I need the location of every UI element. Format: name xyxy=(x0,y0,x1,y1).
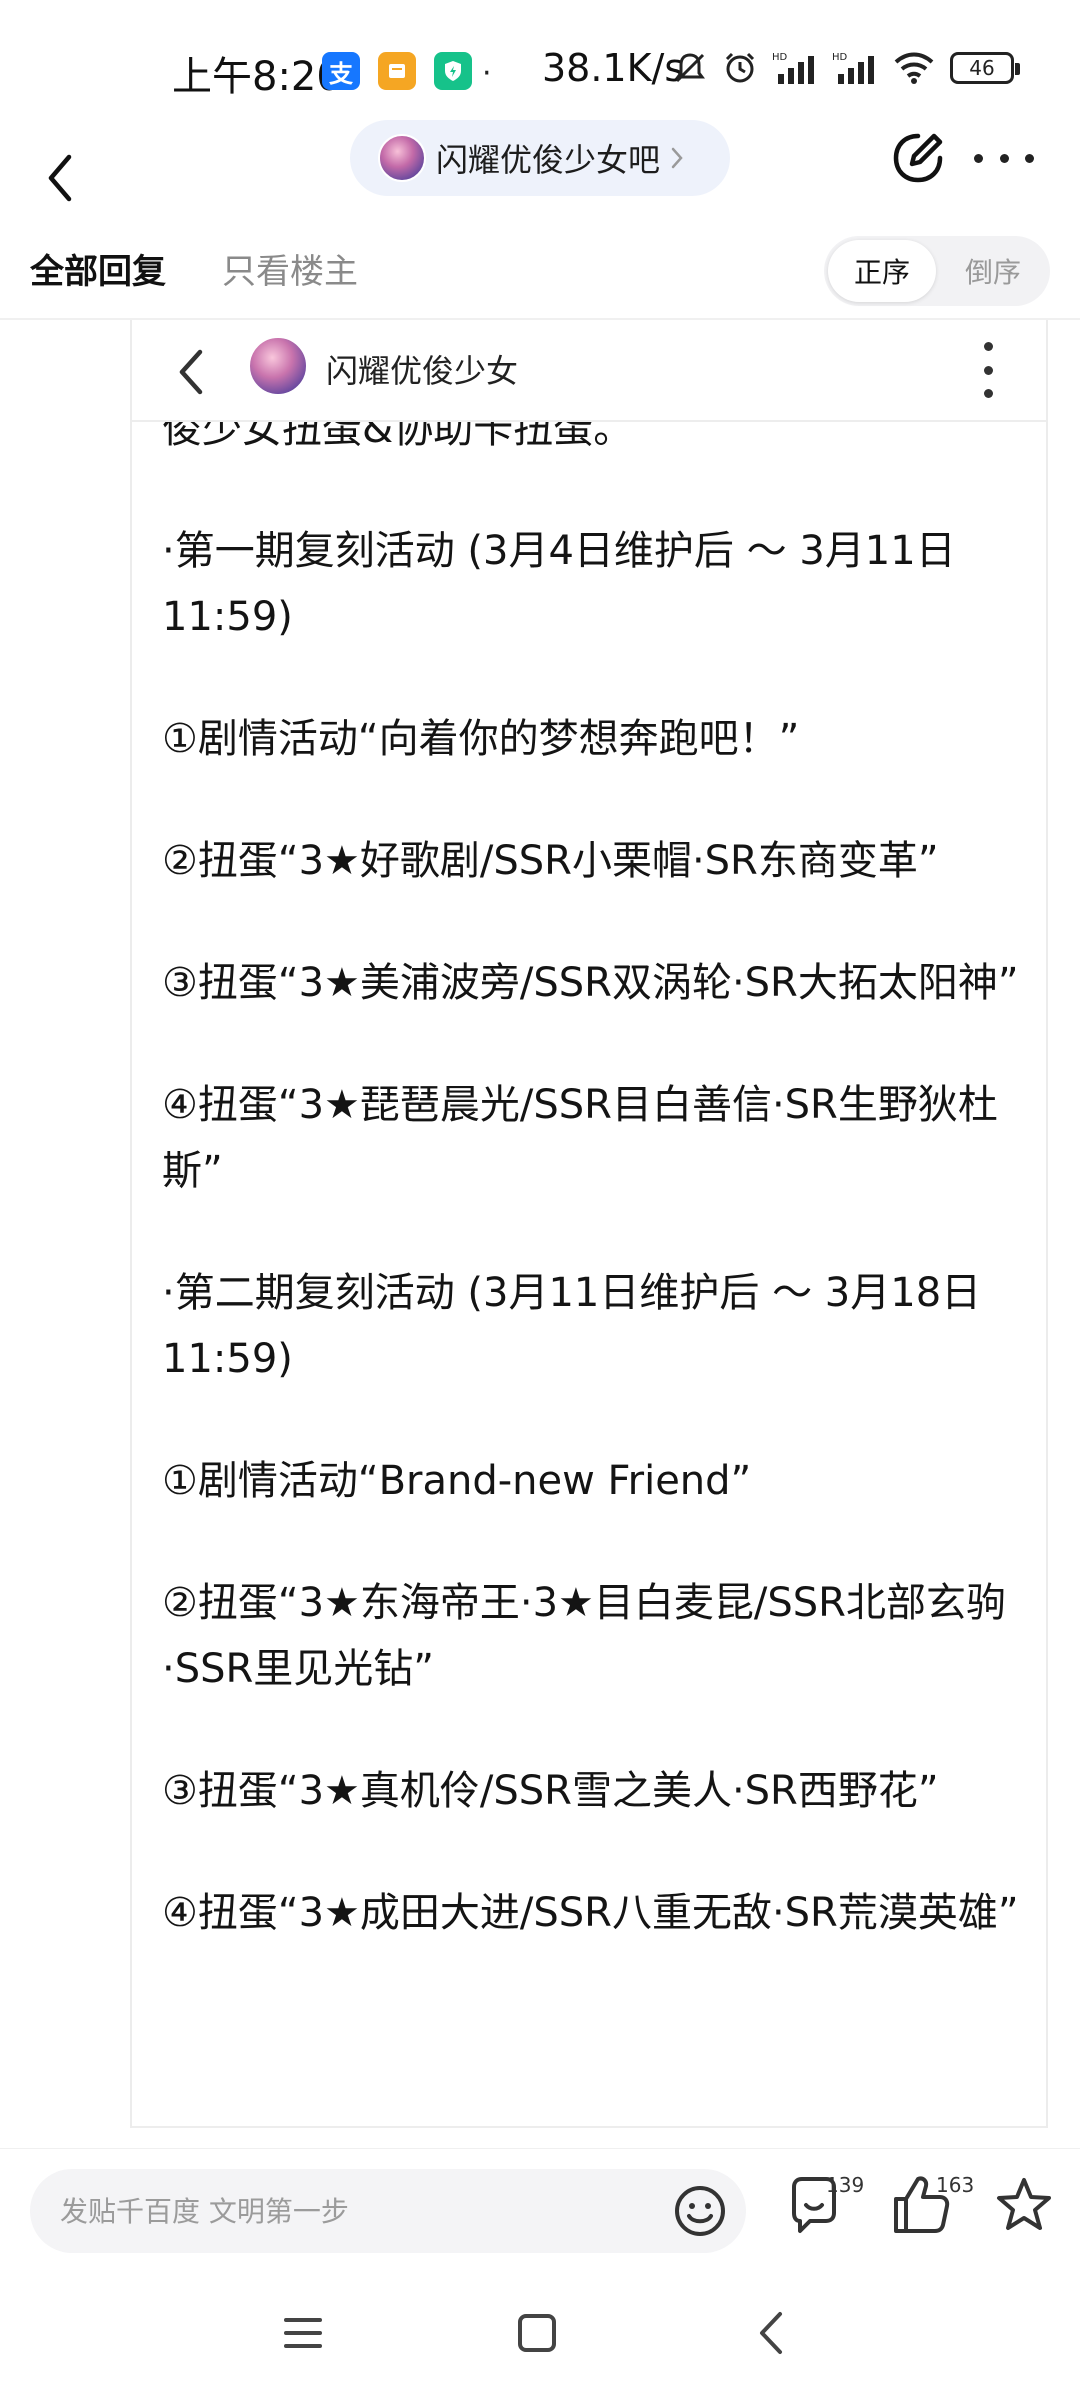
divider xyxy=(132,2126,1046,2128)
status-dot: · xyxy=(482,56,492,91)
post-paragraph: ①剧情活动“Brand-new Friend” xyxy=(162,1458,752,1504)
alarm-icon xyxy=(725,52,755,83)
signal-hd-1-icon: HD xyxy=(772,52,814,84)
alipay-icon: 支 xyxy=(322,52,360,90)
card-more-button[interactable] xyxy=(978,342,998,398)
order-asc-button[interactable]: 正序 xyxy=(828,240,936,302)
more-dot xyxy=(974,153,983,163)
post-paragraph: ④扭蛋“3★琵琶晨光/SSR目白善信·SR生野狄杜斯” xyxy=(162,1082,998,1194)
nav-back-icon[interactable] xyxy=(754,2310,786,2356)
notification-icons: 支 xyxy=(322,52,472,90)
more-dot xyxy=(983,389,993,398)
forum-name: 闪耀优俊少女吧 xyxy=(436,141,661,179)
emoji-icon[interactable] xyxy=(672,2183,728,2239)
edit-icon[interactable] xyxy=(888,128,948,188)
signal-hd-2-icon: HD xyxy=(832,52,874,84)
status-time: 上午8:20 xyxy=(172,54,342,100)
post-paragraph: ②扭蛋“3★东海帝王·3★目白麦昆/SSR北部玄驹·SSR里见光钻” xyxy=(162,1580,1006,1692)
card-title: 闪耀优俊少女 xyxy=(326,352,519,390)
system-nav-bar xyxy=(0,2272,1080,2400)
post-paragraph: ③扭蛋“3★真机伶/SSR雪之美人·SR西野花” xyxy=(162,1768,939,1814)
forum-avatar xyxy=(378,134,426,182)
back-button[interactable] xyxy=(30,138,90,218)
more-dot xyxy=(1025,153,1034,163)
more-dot xyxy=(983,365,993,375)
post-paragraph: ·第二期复刻活动 (3月11日维护后 ～ 3月18日 11:59) xyxy=(162,1270,982,1382)
bottom-action-bar: 139 163 xyxy=(0,2148,1080,2272)
app-header: 闪耀优俊少女吧 xyxy=(0,120,1080,240)
embedded-post-card: 闪耀优俊少女 俊少女扭蛋&协助卡扭蛋。 ·第一期复刻活动 (3月4日维护后 ～ … xyxy=(130,320,1048,2128)
chevron-right-icon xyxy=(671,147,683,169)
forum-link-pill[interactable]: 闪耀优俊少女吧 xyxy=(350,120,730,196)
tab-all-replies[interactable]: 全部回复 xyxy=(30,244,166,293)
order-toggle: 正序 倒序 xyxy=(824,236,1050,306)
svg-text:HD: HD xyxy=(832,52,848,63)
svg-text:HD: HD xyxy=(772,52,788,63)
notes-icon xyxy=(378,52,416,90)
card-avatar xyxy=(248,336,308,396)
reply-count: 139 xyxy=(826,2173,865,2197)
wifi-icon xyxy=(894,52,934,84)
battery-level: 46 xyxy=(969,56,995,80)
security-icon xyxy=(434,52,472,90)
network-speed: 38.1K/s xyxy=(542,46,685,90)
post-paragraph: ·第一期复刻活动 (3月4日维护后 ～ 3月11日 11:59) xyxy=(162,528,956,640)
tab-only-op[interactable]: 只看楼主 xyxy=(222,244,358,293)
order-desc-button[interactable]: 倒序 xyxy=(940,240,1046,302)
more-dot xyxy=(983,342,993,351)
post-paragraph: ③扭蛋“3★美浦波旁/SSR双涡轮·SR大拓太阳神” xyxy=(162,960,1019,1006)
more-dot xyxy=(999,153,1009,163)
card-back-icon[interactable] xyxy=(168,342,216,402)
post-paragraph: ④扭蛋“3★成田大进/SSR八重无敌·SR荒漠英雄” xyxy=(162,1890,1019,1936)
post-content: 俊少女扭蛋&协助卡扭蛋。 ·第一期复刻活动 (3月4日维护后 ～ 3月11日 1… xyxy=(162,396,1022,2002)
more-options-button[interactable] xyxy=(974,148,1034,168)
post-paragraph: ②扭蛋“3★好歌剧/SSR小栗帽·SR东商变革” xyxy=(162,838,939,884)
battery-icon: 46 xyxy=(950,52,1020,84)
card-header: 闪耀优俊少女 xyxy=(132,320,1046,422)
star-icon[interactable] xyxy=(994,2175,1054,2235)
reply-filter-tabs: 全部回复 只看楼主 正序 倒序 xyxy=(0,236,1080,320)
mute-icon xyxy=(675,53,705,83)
status-bar: 上午8:20 支 · 38.1K/s HD HD 46 xyxy=(0,0,1080,130)
back-arrow-icon xyxy=(48,154,72,202)
status-indicators: HD HD 46 xyxy=(672,50,1020,86)
post-paragraph: ①剧情活动“向着你的梦想奔跑吧！” xyxy=(162,716,800,762)
comment-input-box[interactable] xyxy=(30,2169,746,2253)
comment-input[interactable] xyxy=(60,2169,660,2253)
home-icon[interactable] xyxy=(516,2312,558,2354)
like-count: 163 xyxy=(936,2173,975,2197)
menu-icon[interactable] xyxy=(282,2312,324,2354)
